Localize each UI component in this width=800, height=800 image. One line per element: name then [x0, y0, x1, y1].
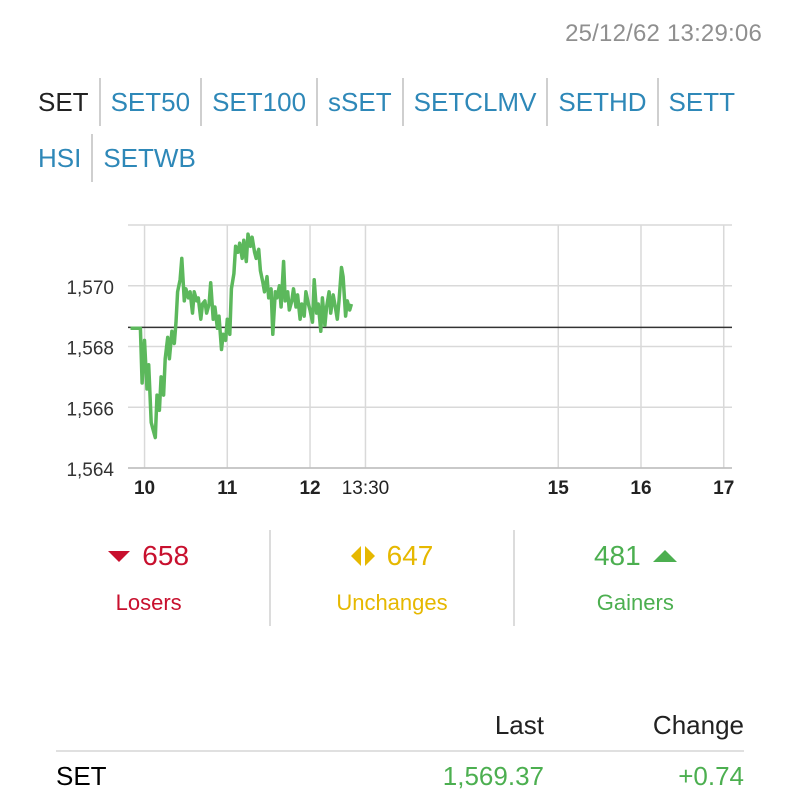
chart-grid — [128, 224, 732, 469]
tab-set50[interactable]: SET50 — [98, 78, 201, 126]
x-tick-label: 10 — [134, 478, 155, 499]
y-tick-label: 1,568 — [66, 339, 114, 360]
up-triangle-icon — [652, 550, 677, 562]
index-table: Last Change SET 1,569.37 +0.74 — [56, 700, 744, 800]
tab-setclmv[interactable]: SETCLMV — [401, 78, 547, 126]
tab-sett[interactable]: SETT — [656, 78, 745, 126]
x-tick-label: 12 — [299, 478, 320, 499]
x-axis-ticks: 10 11 12 13:30 15 16 17 — [134, 478, 734, 499]
market-overview-page: 25/12/62 13:29:06 SET SET50 SET100 sSET SETC… — [0, 0, 800, 800]
index-tabs: SET SET50 SET100 sSET SETCLMV SETHD SETT HSI SET… — [38, 78, 778, 182]
tab-setwb[interactable]: SETWB — [91, 134, 205, 182]
y-tick-label: 1,566 — [66, 399, 114, 420]
y-axis-ticks: 1,564 1,566 1,568 1,570 — [66, 278, 114, 481]
gainers-label: Gainers — [596, 590, 674, 615]
table-header: Last Change — [56, 700, 744, 752]
index-chart-svg: 1,564 1,566 1,568 1,570 10 11 12 13:30 15 16 17 — [66, 224, 734, 499]
table-row[interactable]: SET 1,569.37 +0.74 — [56, 752, 744, 800]
tab-sset[interactable]: sSET — [316, 78, 402, 126]
x-tick-label: 17 — [713, 478, 734, 499]
header-last: Last — [494, 709, 544, 740]
x-tick-label: 15 — [548, 478, 570, 499]
unchanges-label: Unchanges — [336, 590, 448, 615]
market-breadth: 658 Losers 647 Unchanges 481 Gainers — [28, 530, 756, 626]
tab-set[interactable]: SET — [38, 78, 99, 126]
timestamp: 25/12/62 13:29:06 — [565, 20, 762, 47]
unchanges-stat[interactable]: 647 Unchanges — [269, 530, 512, 626]
gainers-count: 481 — [593, 540, 641, 571]
x-tick-label: 13:30 — [342, 478, 390, 499]
header-change: Change — [652, 709, 744, 740]
left-right-triangle-icon — [350, 546, 375, 566]
down-triangle-icon — [108, 550, 131, 562]
row-name: SET — [56, 760, 107, 791]
unchanges-count: 647 — [386, 540, 434, 571]
x-tick-label: 11 — [217, 478, 238, 499]
y-tick-label: 1,570 — [66, 278, 114, 299]
losers-label: Losers — [115, 590, 182, 615]
gainers-stat[interactable]: 481 Gainers — [512, 530, 756, 626]
tab-sethd[interactable]: SETHD — [546, 78, 656, 126]
row-last: 1,569.37 — [442, 760, 544, 791]
x-tick-label: 16 — [630, 478, 651, 499]
tab-set100[interactable]: SET100 — [200, 78, 316, 126]
losers-stat[interactable]: 658 Losers — [28, 530, 269, 626]
index-chart: 1,564 1,566 1,568 1,570 10 11 12 13:30 15 16 17 — [0, 200, 800, 510]
y-tick-label: 1,564 — [66, 460, 114, 481]
losers-count: 658 — [142, 540, 190, 571]
row-change: +0.74 — [678, 760, 744, 791]
tab-hsi[interactable]: HSI — [38, 134, 91, 182]
